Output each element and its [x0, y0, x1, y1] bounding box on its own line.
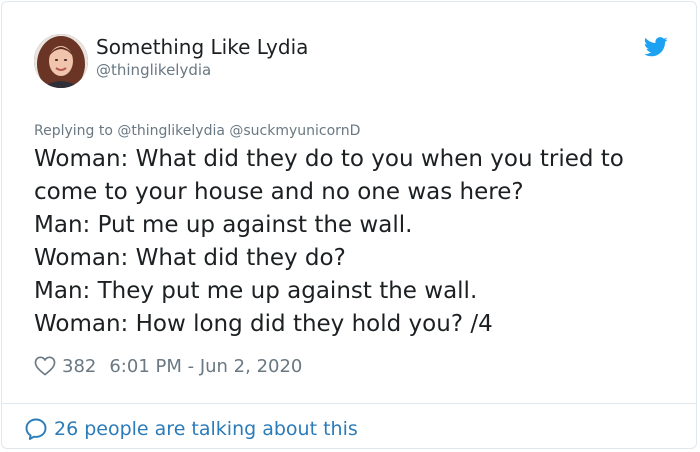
- twitter-bird-icon[interactable]: [644, 37, 668, 57]
- tweet-line: Woman: How long did they hold you? /4: [34, 311, 493, 337]
- talking-label[interactable]: 26 people are talking about this: [54, 418, 358, 440]
- mention-link[interactable]: @suckmyunicornD: [229, 123, 360, 139]
- avatar[interactable]: [34, 34, 88, 88]
- divider: [2, 403, 696, 404]
- heart-icon[interactable]: [34, 356, 56, 376]
- tweet-line: Woman: What did they do?: [34, 245, 346, 271]
- tweet-meta: 382 6:01 PM - Jun 2, 2020: [34, 353, 302, 379]
- replying-to: Replying to @thinglikelydia @suckmyunico…: [34, 123, 360, 139]
- tweet-text: Woman: What did they do to you when you …: [34, 143, 674, 341]
- timestamp-link[interactable]: 6:01 PM - Jun 2, 2020: [109, 356, 302, 377]
- tweet-line: come to your house and no one was here?: [34, 179, 524, 205]
- display-name[interactable]: Something Like Lydia: [96, 35, 308, 59]
- replying-prefix: Replying to: [34, 123, 113, 139]
- avatar-photo: [34, 34, 88, 88]
- tweet-card: Something Like Lydia @thinglikelydia Rep…: [1, 1, 697, 449]
- tweet-line: Man: Put me up against the wall.: [34, 212, 413, 238]
- mention-link[interactable]: @thinglikelydia: [117, 123, 225, 139]
- talking-about-link[interactable]: 26 people are talking about this: [24, 414, 358, 444]
- speech-bubble-icon: [25, 418, 47, 440]
- like-count[interactable]: 382: [62, 356, 96, 377]
- tweet-line: Man: They put me up against the wall.: [34, 278, 478, 304]
- user-handle[interactable]: @thinglikelydia: [96, 61, 211, 79]
- tweet-line: Woman: What did they do to you when you …: [34, 146, 624, 172]
